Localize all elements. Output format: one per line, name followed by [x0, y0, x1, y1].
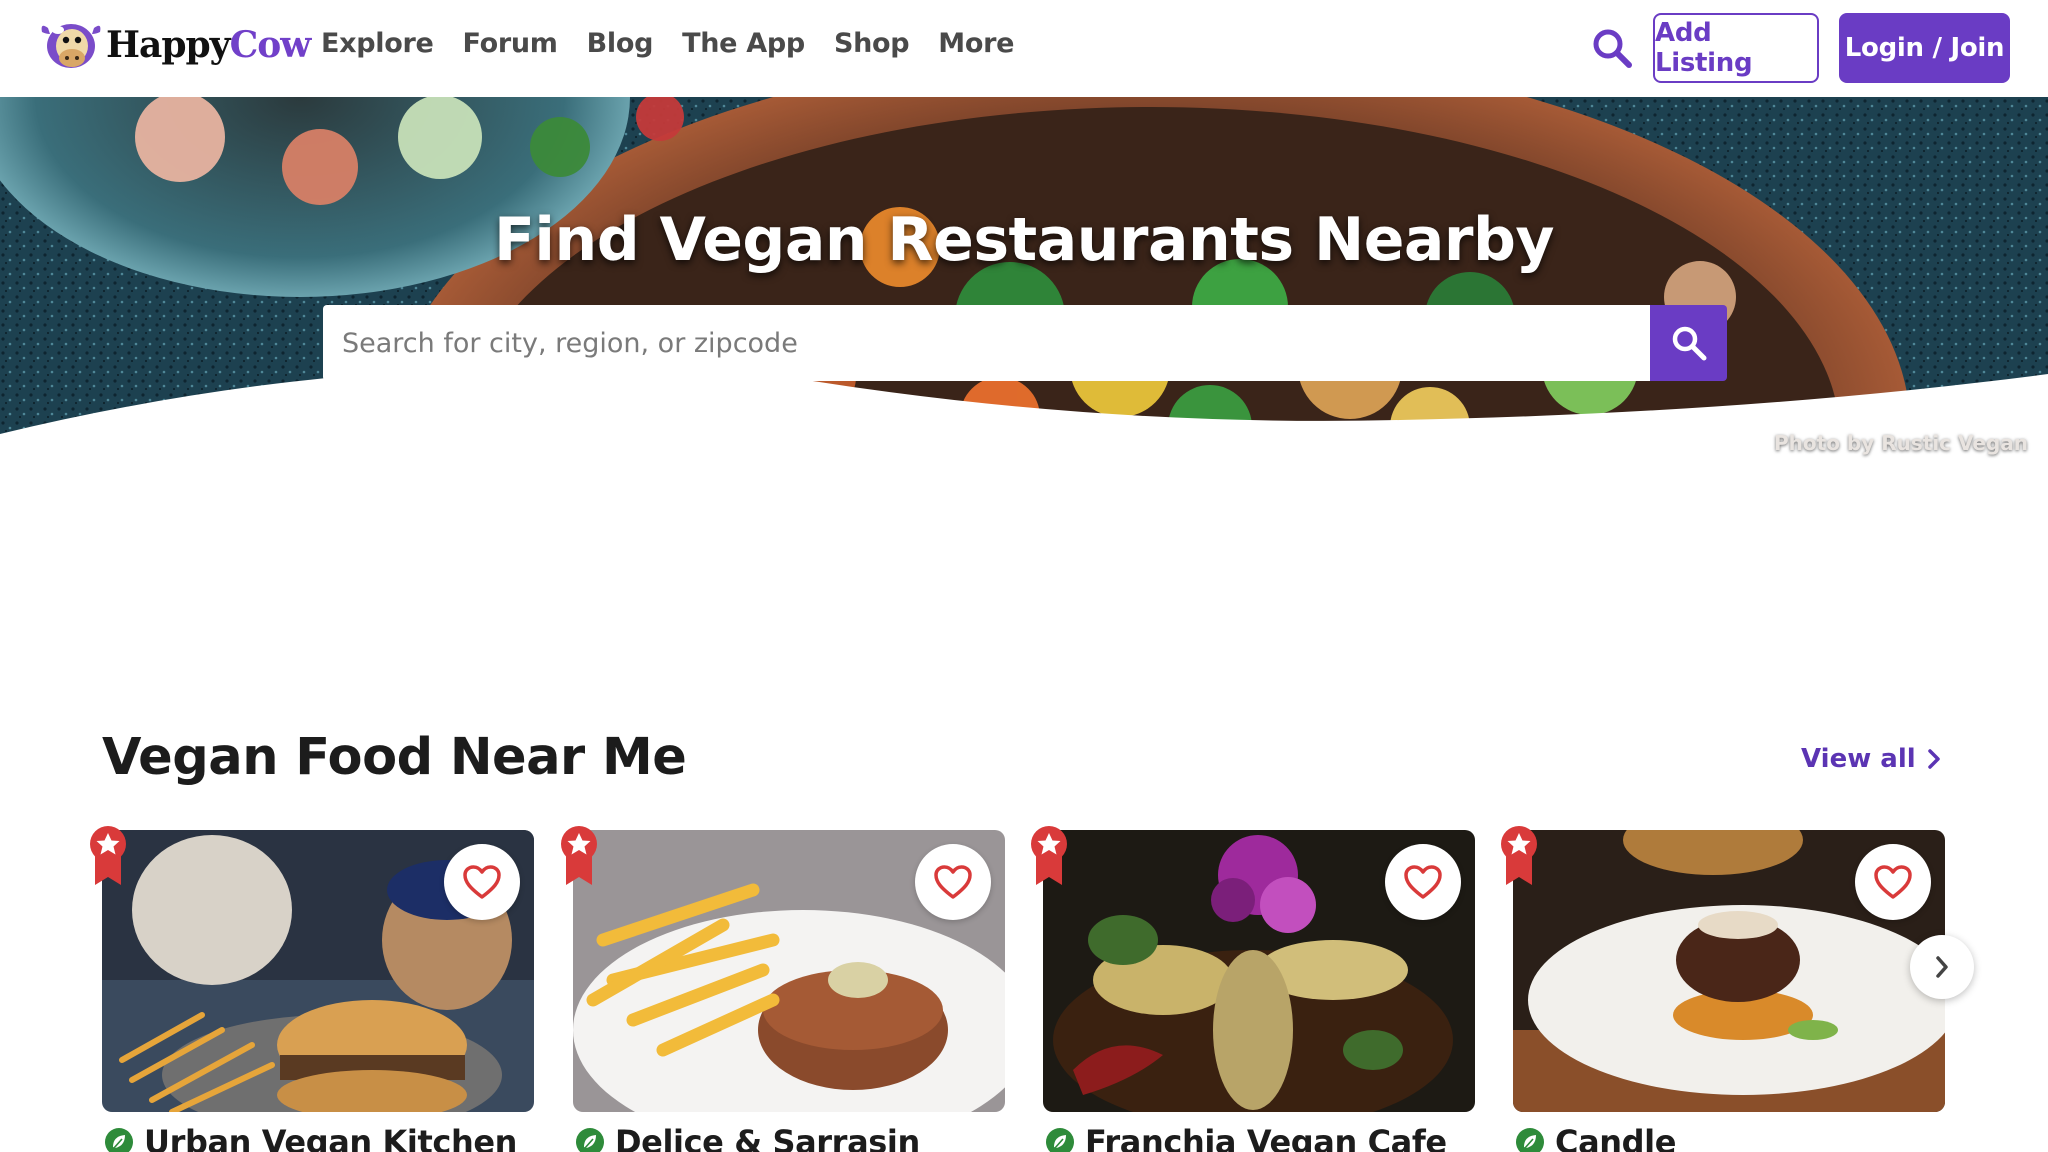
- favorite-button[interactable]: [444, 844, 520, 920]
- brand-cow: Cow: [229, 24, 312, 66]
- nav-shop[interactable]: Shop: [834, 28, 910, 59]
- photo-credit: Photo by Rustic Vegan: [1774, 431, 2028, 455]
- nav-more[interactable]: More: [938, 28, 1014, 59]
- nav-forum[interactable]: Forum: [463, 28, 558, 59]
- restaurant-name[interactable]: Franchia Vegan Cafe: [1045, 1123, 1447, 1152]
- hero-banner: Find Vegan Restaurants Nearby Photo by R…: [0, 97, 2048, 577]
- chevron-right-icon: [1927, 749, 1940, 769]
- vegan-leaf-icon: [105, 1128, 133, 1152]
- main-nav: Explore Forum Blog The App Shop More: [321, 28, 1043, 59]
- favorite-button[interactable]: [1385, 844, 1461, 920]
- restaurant-name-label: Franchia Vegan Cafe: [1085, 1123, 1447, 1152]
- search-icon: [1672, 326, 1706, 361]
- search-icon[interactable]: [1590, 26, 1634, 70]
- brand-happy: Happy: [106, 24, 231, 66]
- section-title: Vegan Food Near Me: [102, 728, 687, 787]
- happycow-logo[interactable]: HappyCow: [38, 16, 312, 74]
- location-search-input[interactable]: [323, 305, 1650, 381]
- vegan-leaf-icon: [576, 1128, 604, 1152]
- featured-star-ribbon-icon: [1501, 826, 1537, 885]
- featured-star-ribbon-icon: [90, 826, 126, 885]
- cow-mascot-icon: [41, 24, 101, 68]
- add-listing-button[interactable]: Add Listing: [1653, 13, 1819, 83]
- restaurant-name[interactable]: Candle: [1515, 1123, 1676, 1152]
- heart-icon: [934, 865, 972, 899]
- heart-icon: [1874, 865, 1912, 899]
- vegan-leaf-icon: [1516, 1128, 1544, 1152]
- favorite-button[interactable]: [915, 844, 991, 920]
- login-join-button[interactable]: Login / Join: [1839, 13, 2010, 83]
- location-search-box: [323, 305, 1650, 381]
- favorite-button[interactable]: [1855, 844, 1931, 920]
- restaurant-name-label: Urban Vegan Kitchen: [144, 1123, 518, 1152]
- view-all-link[interactable]: View all: [1801, 744, 1942, 774]
- featured-star-ribbon-icon: [561, 826, 597, 885]
- featured-star-ribbon-icon: [1031, 826, 1067, 885]
- restaurant-name[interactable]: Delice & Sarrasin: [575, 1123, 920, 1152]
- location-search-button[interactable]: [1650, 305, 1727, 381]
- restaurant-name-label: Delice & Sarrasin: [615, 1123, 920, 1152]
- view-all-label: View all: [1801, 744, 1916, 774]
- nav-explore[interactable]: Explore: [321, 28, 434, 59]
- heart-icon: [463, 865, 501, 899]
- restaurant-name[interactable]: Urban Vegan Kitchen: [104, 1123, 517, 1152]
- restaurant-name-label: Candle: [1555, 1123, 1677, 1152]
- chevron-right-icon: [1936, 956, 1948, 978]
- hero-title: Find Vegan Restaurants Nearby: [493, 205, 1555, 275]
- vegan-leaf-icon: [1046, 1128, 1074, 1152]
- nav-the-app[interactable]: The App: [682, 28, 805, 59]
- top-navigation-bar: HappyCow Explore Forum Blog The App Shop…: [0, 0, 2048, 97]
- nav-blog[interactable]: Blog: [587, 28, 654, 59]
- carousel-next-button[interactable]: [1910, 935, 1974, 999]
- brand-wordmark: HappyCow: [106, 24, 312, 66]
- heart-icon: [1404, 865, 1442, 899]
